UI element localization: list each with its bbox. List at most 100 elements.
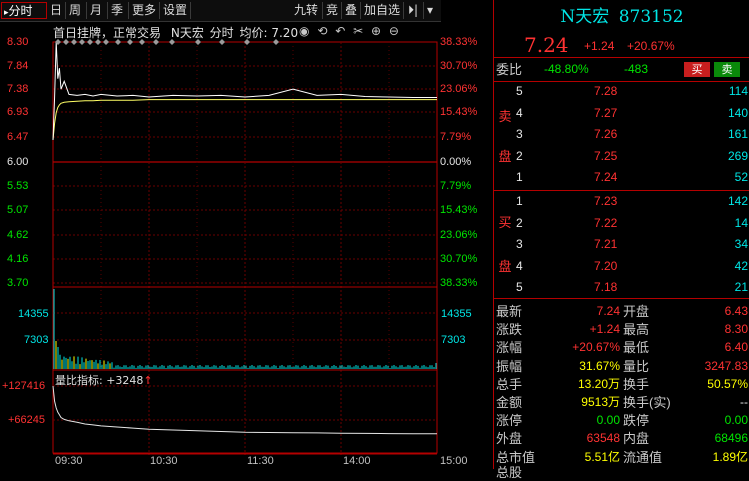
stat-row: 外盘 63548 内盘 68496	[494, 429, 749, 448]
order-ratio-pct: -48.80%	[544, 62, 589, 76]
stat-value: --	[740, 395, 748, 409]
percent-tick-10: 38.33%	[440, 277, 478, 289]
sell-level-row[interactable]: 2 7.25 269	[494, 147, 749, 166]
time-label-1400: 14:00	[343, 455, 371, 467]
stat-value: 63548	[586, 431, 620, 446]
sell-level-row[interactable]: 3 7.26 161	[494, 125, 749, 144]
avg-price-label: 均价: 7.20	[239, 26, 299, 40]
sell-level-row[interactable]: 4 7.27 140	[494, 104, 749, 123]
tab-settings[interactable]: 设置	[161, 2, 191, 19]
stat-row: 振幅 31.67% 量比 3247.83	[494, 357, 749, 376]
tab-month[interactable]: 月	[88, 2, 108, 19]
percent-tick-0: 38.33%	[440, 36, 478, 48]
volume: 34	[734, 237, 748, 252]
reset-icon[interactable]: ⟲	[317, 24, 327, 38]
tab-intraday[interactable]: ▸分时	[1, 2, 47, 19]
scissors-icon[interactable]: ✂	[353, 24, 363, 38]
price: 7.25	[594, 148, 618, 163]
buy-button[interactable]: 买	[684, 62, 710, 77]
tab-overlay[interactable]: 叠	[343, 2, 361, 19]
dropdown-icon[interactable]: ▾	[425, 2, 439, 19]
sell-level-row[interactable]: 5 7.28 114	[494, 82, 749, 101]
quote-panel: N天宏 873152 7.24 +1.24 +20.67% 委比 -48.80%…	[493, 0, 749, 481]
stat-value: 50.57%	[707, 376, 748, 391]
stat-label: 换手	[623, 376, 650, 392]
percent-tick-3: 15.43%	[440, 106, 478, 118]
price-tick-8: 4.62	[7, 229, 29, 241]
sell-level-row[interactable]: 1 7.24 52	[494, 168, 749, 187]
buy-level-row[interactable]: 5 7.18 21	[494, 278, 749, 297]
zoom-in-icon[interactable]: ⊕	[371, 24, 381, 38]
volume-tick-right-2: 7303	[441, 334, 466, 346]
eye-icon[interactable]: ◉	[299, 24, 309, 38]
intraday-chart[interactable]	[0, 22, 492, 469]
stat-label: 跌停	[623, 413, 650, 429]
up-arrow-icon: ↑	[143, 374, 153, 387]
chart-toolbar: ◉ ⟲ ↶ ✂ ⊕ ⊖	[299, 24, 439, 40]
listing-status: 首日挂牌，正常交易	[53, 26, 162, 40]
tab-quarter[interactable]: 季	[109, 2, 129, 19]
price: 7.18	[594, 280, 618, 295]
level: 4	[516, 258, 523, 273]
percent-tick-4: 7.79%	[440, 131, 472, 143]
order-ratio-row: 委比 -48.80% -483	[494, 60, 749, 79]
buy-level-row[interactable]: 2 7.22 14	[494, 214, 749, 233]
stat-row: 涨跌 +1.24 最高 8.30	[494, 320, 749, 339]
stat-row: 总手 13.20万 换手 50.57%	[494, 375, 749, 394]
stat-label: 内盘	[623, 431, 650, 447]
tab-week[interactable]: 周	[67, 2, 87, 19]
stat-label: 开盘	[623, 304, 650, 319]
tab-more[interactable]: 更多	[130, 2, 160, 19]
price: 7.24	[594, 170, 618, 185]
chart-grid	[52, 41, 438, 455]
percent-tick-5: 0.00%	[440, 156, 472, 168]
stat-value: 6.40	[724, 340, 748, 355]
volume: 14	[734, 215, 748, 230]
tab-auction[interactable]: 竞	[324, 2, 342, 19]
price-tick-2: 7.38	[7, 83, 29, 95]
percent-tick-9: 30.70%	[440, 253, 478, 265]
time-label-0930: 09:30	[55, 455, 83, 467]
order-ratio-diff: -483	[624, 62, 649, 76]
toggle-panel-icon[interactable]: ⏵|	[406, 2, 424, 19]
percent-tick-7: 15.43%	[440, 204, 478, 216]
stat-value: 8.30	[724, 322, 748, 337]
stock-code: 873152	[618, 7, 684, 27]
stat-row: 最新 7.24 开盘 6.43	[494, 302, 749, 321]
percent-tick-8: 23.06%	[440, 229, 478, 241]
stat-label: 总手	[496, 376, 523, 392]
volume-ratio-indicator[interactable]: 量比指标: +3248↑	[55, 372, 153, 388]
stat-value: 7.24	[596, 304, 620, 318]
zoom-out-icon[interactable]: ⊖	[389, 24, 399, 38]
sell-button[interactable]: 卖	[714, 62, 740, 77]
stat-row: 涨停 0.00 跌停 0.00	[494, 411, 749, 430]
stat-value: 0.00	[596, 413, 620, 428]
volume-bars	[53, 289, 437, 369]
level: 2	[516, 215, 523, 230]
stat-value: 6.43	[724, 304, 748, 318]
buy-level-row[interactable]: 4 7.20 42	[494, 257, 749, 276]
order-ratio-label: 委比	[496, 62, 523, 77]
price-tick-6: 5.53	[7, 180, 29, 192]
stat-label: 外盘	[496, 431, 523, 447]
buy-level-row[interactable]: 1 7.23 142	[494, 192, 749, 211]
add-watchlist-button[interactable]: 加自选	[362, 2, 404, 19]
tab-day[interactable]: 日	[48, 2, 66, 19]
buy-level-row[interactable]: 3 7.21 34	[494, 235, 749, 254]
stock-title: N天宏 873152	[494, 2, 749, 27]
stat-value: 31.67%	[579, 358, 620, 373]
stat-value: +20.67%	[572, 340, 620, 355]
chart-mode-label: 分时	[209, 26, 234, 40]
stat-row: 金额 9513万 换手(实) --	[494, 393, 749, 412]
tab-nine-turn[interactable]: 九转	[292, 2, 323, 19]
level: 1	[516, 194, 523, 208]
volume: 42	[734, 258, 748, 273]
stock-name-label: N天宏	[170, 26, 204, 40]
undo-icon[interactable]: ↶	[335, 24, 345, 38]
volume: 142	[727, 194, 748, 208]
stat-value: 0.00	[724, 413, 748, 428]
price: 7.23	[594, 194, 618, 208]
level: 5	[516, 280, 523, 295]
level: 5	[516, 84, 523, 98]
level: 3	[516, 237, 523, 252]
